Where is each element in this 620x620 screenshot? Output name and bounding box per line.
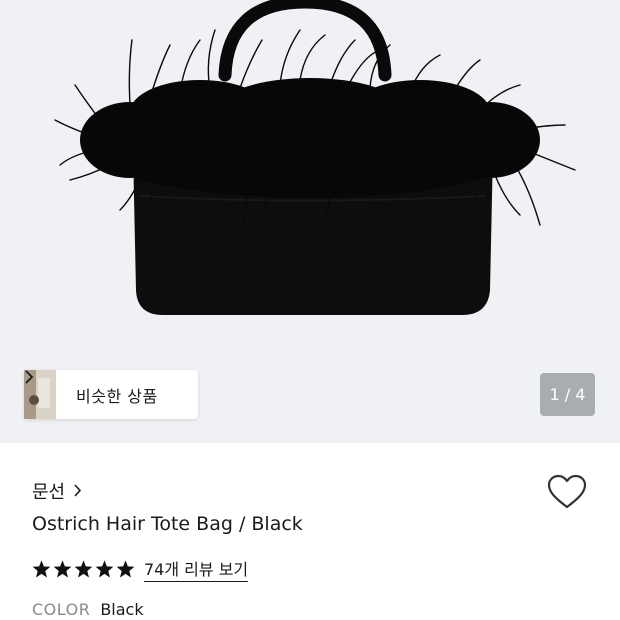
rating-row: 74개 리뷰 보기 (32, 556, 249, 582)
color-row: COLOR Black (32, 600, 144, 619)
star-icon (32, 560, 51, 578)
wishlist-button[interactable] (547, 474, 587, 514)
star-icon (95, 560, 114, 578)
pager-text: 1 / 4 (549, 385, 586, 404)
product-image-area[interactable]: 비슷한 상품 1 / 4 (0, 0, 620, 443)
star-icon (116, 560, 135, 578)
image-pager-indicator: 1 / 4 (540, 373, 595, 416)
heart-outline-icon (547, 474, 587, 509)
star-rating (32, 560, 135, 578)
reviews-link[interactable]: 74개 리뷰 보기 (144, 556, 249, 582)
similar-products-button[interactable]: 비슷한 상품 (24, 370, 198, 419)
similar-products-label: 비슷한 상품 (76, 386, 158, 406)
star-icon (53, 560, 72, 578)
brand-link[interactable]: 문선 (32, 478, 82, 504)
star-icon (74, 560, 93, 578)
color-label: COLOR (32, 600, 91, 619)
color-value: Black (100, 600, 144, 619)
brand-name: 문선 (32, 482, 66, 503)
chevron-right-icon (73, 481, 82, 502)
product-title: Ostrich Hair Tote Bag / Black (32, 513, 303, 535)
